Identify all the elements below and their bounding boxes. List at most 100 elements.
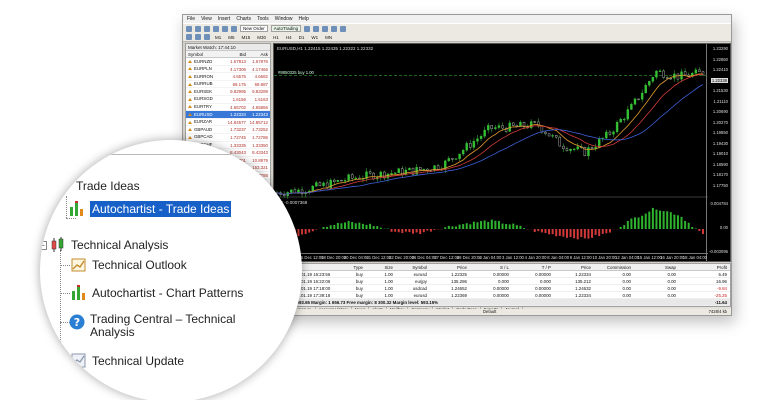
ma-mid-line [276,74,704,195]
menu-file[interactable]: File [187,15,195,23]
table-cell: buy [355,279,363,284]
column-header[interactable]: Size [366,264,396,270]
oscillator-bar [301,229,304,235]
profiles-icon[interactable] [195,25,201,32]
bar-chart-icon[interactable] [304,25,311,32]
tree-connector [66,196,67,218]
column-header[interactable]: S / L [470,264,512,270]
menu-help[interactable]: Help [299,15,309,23]
table-row[interactable]: 2018.01.19 17:18:00 buy 1.00 usdcad 1.24652 0… [274,285,730,292]
column-header[interactable]: Symbol [396,264,430,270]
tf-m5[interactable]: M5 [226,35,236,40]
oscillator-bar [583,229,586,239]
collapse-icon[interactable]: − [40,240,47,250]
item-autochartist-chart-patterns[interactable]: Autochartist - Chart Patterns [70,284,243,302]
oscillator-bar [680,216,683,229]
tf-m15[interactable]: M15 [240,35,253,40]
oscillator-bar [304,229,307,235]
price-tick-label: 1.22860 [712,56,728,62]
osc-tick-label: 0.00 [719,225,728,230]
tf-h1[interactable]: H1 [271,35,281,40]
autotrading-button[interactable]: AutoTrading [270,25,302,32]
trade-table-rows: 2018.01.19 16:23:56 buy 1.00 eurusd 1.22325 0… [274,271,730,299]
header-bid[interactable]: Bid [226,51,248,57]
oscillator-bar [487,221,490,229]
header-symbol[interactable]: Symbol [186,51,226,57]
symbol-cell: GBPCAD [186,134,226,141]
bid-cell: 1.33335 [230,142,246,148]
tf-m30[interactable]: M30 [255,35,268,40]
folder-trade-ideas[interactable]: Trade Ideas [54,177,140,195]
price-tick-label: 1.19430 [712,140,728,146]
table-cell: eurusd [413,272,427,277]
menu-tools[interactable]: Tools [257,15,269,23]
item-technical-outlook[interactable]: Technical Outlook [70,256,187,274]
navigator-icon[interactable] [222,25,228,32]
symbol-arrow-icon [188,67,192,71]
candle [590,147,594,149]
oscillator-bar [659,210,662,229]
item-technical-update[interactable]: Technical Update [70,352,184,370]
line-chart-icon[interactable] [322,25,329,32]
market-watch-icon[interactable] [204,25,210,32]
tf-h4[interactable]: H4 [284,35,294,40]
column-header[interactable]: Price [554,264,594,270]
ask-cell: 14.85712 [249,119,268,125]
zoom-out-icon[interactable] [340,25,347,32]
crosshair-icon[interactable] [195,34,201,40]
item-trading-central[interactable]: ? Trading Central – Technical Analysis [68,313,270,339]
tf-w1[interactable]: W1 [309,35,320,40]
price-chart[interactable]: #8850325 buy 1.00 EURUSD,H1 1.22415 1.22… [273,43,731,262]
new-chart-icon[interactable] [186,25,192,32]
column-header[interactable]: T / P [512,264,554,270]
table-row[interactable]: 2018.01.19 16:23:56 buy 1.00 eurusd 1.22325 0… [274,271,730,278]
data-window-icon[interactable] [213,25,219,32]
oscillator-bar [454,226,457,229]
price-tick-label: 1.18590 [712,161,728,167]
table-cell: 1.24652 [451,286,467,291]
tf-m1[interactable]: M1 [213,35,223,40]
menu-insert[interactable]: Insert [218,15,231,23]
table-cell: 0.00000 [535,272,551,277]
candle [454,158,458,160]
symbol-arrow-icon [188,105,192,109]
table-row[interactable]: 2018.01.19 16:22:06 buy 1.00 eurjpy 135.286 0… [274,278,730,285]
candle [393,172,397,174]
candlestick-icon[interactable] [313,25,320,32]
candle [343,180,347,182]
terminal-icon[interactable] [231,25,237,32]
column-header[interactable]: Type [336,264,366,270]
item-autochartist-trade-ideas[interactable]: Autochartist - Trade Ideas [68,200,232,218]
candle [651,77,655,82]
oscillator-bar [505,224,508,229]
column-header[interactable]: Price [430,264,470,270]
column-header[interactable]: Swap [634,264,679,270]
candle [612,131,615,135]
oscillator-bar [311,229,314,232]
column-header[interactable]: Commission [594,264,634,270]
tree-connector [60,360,70,361]
oscillator-bar [297,229,300,237]
tf-mn[interactable]: MN [323,35,334,40]
column-header[interactable]: Profit [679,264,730,270]
menu-charts[interactable]: Charts [236,15,251,23]
table-row[interactable]: 2018.01.19 17:39:18 buy 1.00 eurusd 1.22369 0… [274,292,730,299]
cursor-icon[interactable] [186,34,192,40]
time-tick-label: 22 Dec 20:00 [389,255,414,260]
tf-d1[interactable]: D1 [297,35,307,40]
folder-technical-analysis[interactable]: − Technical Analysis [40,236,168,254]
price-tick-label: 1.20690 [712,109,728,114]
price-scale[interactable]: 1.23290 1.22860 1.22410 1.22338 1.21530 1.211… [706,44,730,261]
candle [487,125,490,131]
trendline-icon[interactable] [204,34,210,40]
new-order-button[interactable]: New Order [240,25,268,32]
menu-view[interactable]: View [201,15,212,23]
zoom-in-icon[interactable] [331,25,338,32]
bid-cell: 1.72745 [230,134,246,140]
menu-window[interactable]: Window [275,15,293,23]
price-tick-label: 1.21110 [713,98,728,104]
oscillator-bar [340,223,343,229]
header-ask[interactable]: Ask [248,51,270,57]
ask-cell: 1.33350 [252,142,268,148]
time-scale[interactable]: 14 Dec 201715 Dec 12:0018 Dec 20:0020 De… [274,253,708,261]
